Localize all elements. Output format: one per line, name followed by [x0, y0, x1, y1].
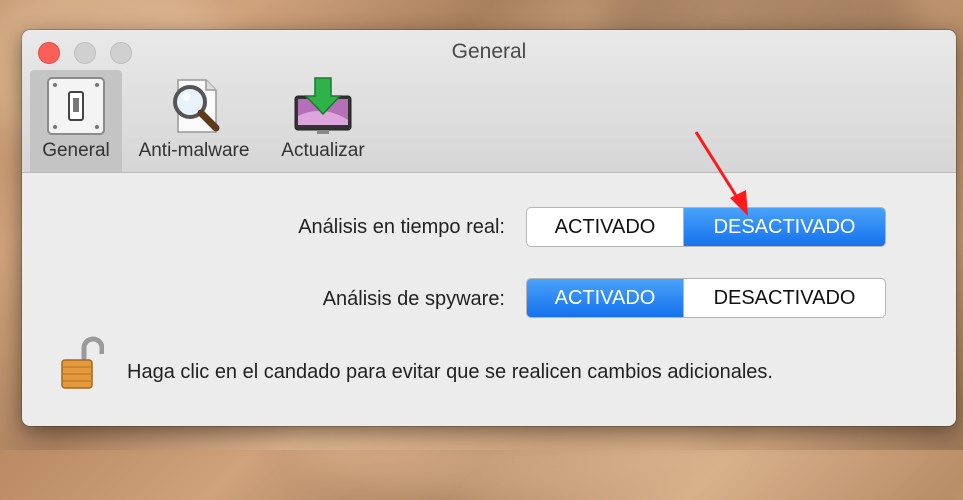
spyware-off-button[interactable]: DESACTIVADO: [684, 279, 885, 317]
spyware-label: Análisis de spyware:: [322, 288, 505, 310]
tab-general-label: General: [42, 140, 110, 161]
light-switch-icon: [46, 76, 106, 136]
toolbar: General General Anti-malware Actualizar: [22, 30, 956, 173]
realtime-on-button[interactable]: ACTIVADO: [527, 208, 684, 246]
red-arrow-icon: [692, 128, 792, 228]
preferences-window: General General Anti-malware Actualizar …: [22, 30, 956, 426]
tab-actualizar[interactable]: Actualizar: [270, 70, 376, 172]
download-monitor-icon: [293, 76, 353, 136]
tab-general[interactable]: General: [30, 70, 122, 172]
realtime-label: Análisis en tiempo real:: [298, 216, 505, 238]
lock-instruction-text: Haga clic en el candado para evitar que …: [127, 361, 773, 383]
tab-actualizar-label: Actualizar: [281, 140, 365, 161]
spyware-segmented-control: ACTIVADO DESACTIVADO: [526, 278, 886, 318]
magnifier-document-icon: [164, 76, 224, 136]
tab-anti-malware[interactable]: Anti-malware: [126, 70, 262, 172]
spyware-on-button[interactable]: ACTIVADO: [527, 279, 684, 317]
window-title: General: [451, 40, 527, 63]
open-padlock-icon[interactable]: [60, 336, 105, 390]
tab-anti-malware-label: Anti-malware: [138, 140, 250, 161]
